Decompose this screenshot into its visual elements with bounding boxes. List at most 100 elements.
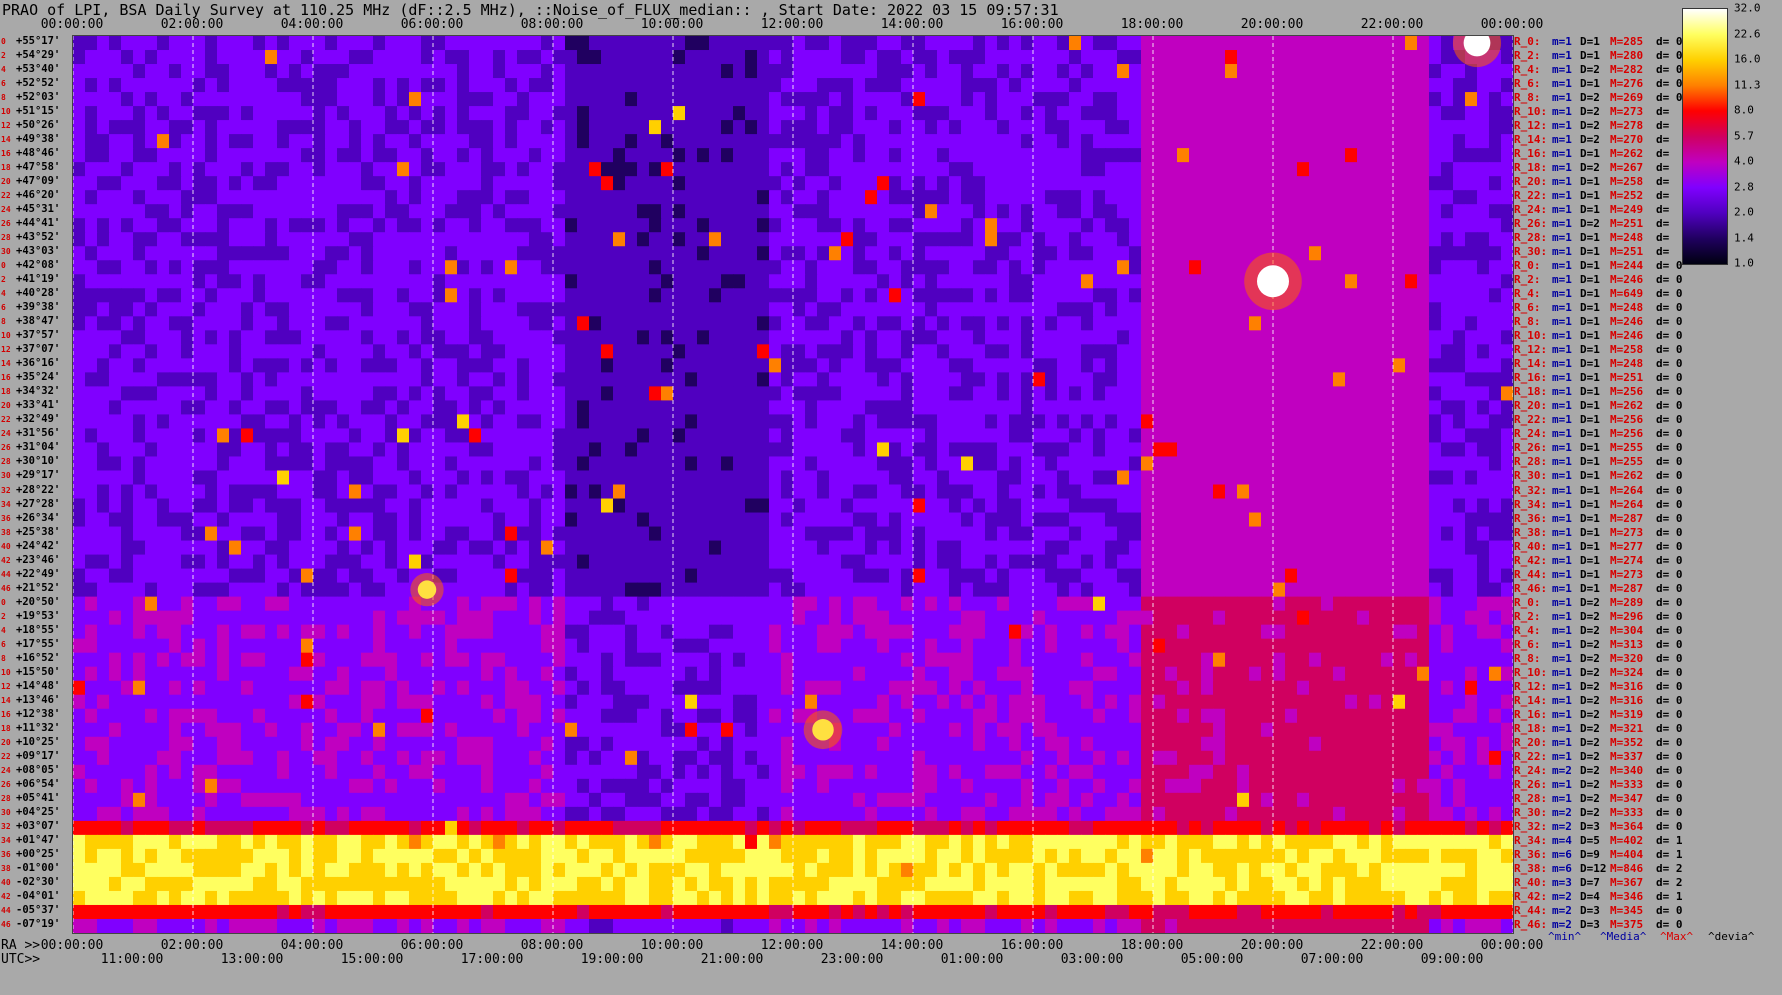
heatmap-cell [1369,260,1382,275]
heatmap-cell [97,555,110,570]
heatmap-cell [253,316,266,331]
heatmap-cell [1141,218,1154,233]
heatmap-cell [421,485,434,500]
heatmap-cell [421,218,434,233]
heatmap-cell [1357,302,1370,317]
heatmap-cell [601,106,614,121]
heatmap-cell [1141,190,1154,205]
heatmap-cell [829,190,842,205]
heatmap-cell [349,358,362,373]
heatmap-cell [1273,400,1286,415]
heatmap-cell [937,78,950,93]
heatmap-cell [601,232,614,247]
heatmap-cell [1153,470,1166,485]
heatmap-cell [1021,555,1034,570]
heatmap-cell [1249,555,1262,570]
heatmap-cell [949,218,962,233]
declination-label: +17°55' [16,638,60,651]
heatmap-cell [661,513,674,528]
heatmap-cell [805,541,818,556]
beam-index: 4 [1,63,6,76]
heatmap-cell [85,36,98,51]
heatmap-cell [949,386,962,401]
heatmap-cell [733,302,746,317]
heatmap-cell [1321,386,1334,401]
heatmap-cell [1393,288,1406,303]
heatmap-cell [1261,400,1274,415]
heatmap-cell [445,386,458,401]
heatmap-cell [1285,428,1298,443]
heatmap-cell [1057,555,1070,570]
heatmap-cell [613,541,626,556]
heatmap-cell [1045,302,1058,317]
heatmap-cell [925,470,938,485]
heatmap-cell [193,527,206,542]
heatmap-cell [85,330,98,345]
heatmap-cell [1297,527,1310,542]
heatmap-cell [181,176,194,191]
heatmap-cell [1117,499,1130,514]
heatmap-cell [841,400,854,415]
heatmap-cell [73,344,86,359]
heatmap-cell [217,50,230,65]
heatmap-cell [1417,527,1430,542]
heatmap-cell [1465,134,1478,149]
heatmap-cell [997,64,1010,79]
heatmap-cell [337,78,350,93]
heatmap-cell [1321,204,1334,219]
heatmap-cell [145,274,158,289]
heatmap-cell [841,470,854,485]
heatmap-cell [1057,541,1070,556]
heatmap-cell [997,274,1010,289]
heatmap-cell [997,246,1010,261]
heatmap-cell [865,204,878,219]
heatmap-cell [985,288,998,303]
heatmap-cell [661,120,674,135]
heatmap-cell [133,120,146,135]
heatmap-cell [757,232,770,247]
heatmap-cell [649,330,662,345]
heatmap-cell [1153,36,1166,51]
heatmap-cell [829,106,842,121]
heatmap-cell [1117,513,1130,528]
heatmap-cell [1153,78,1166,93]
heatmap-cell [589,344,602,359]
heatmap-cell [937,513,950,528]
heatmap-cell [1081,50,1094,65]
heatmap-cell [961,316,974,331]
heatmap-cell [1105,386,1118,401]
heatmap-cell [469,78,482,93]
heatmap-cell [265,541,278,556]
heatmap-cell [409,344,422,359]
heatmap-cell [229,260,242,275]
heatmap-cell [481,274,494,289]
heatmap-cell [97,260,110,275]
heatmap-cell [541,134,554,149]
heatmap-cell [1105,316,1118,331]
heatmap-cell [433,36,446,51]
heatmap-cell [373,499,386,514]
heatmap-cell [1489,428,1502,443]
heatmap-cell [1093,316,1106,331]
heatmap-cell [457,64,470,79]
heatmap-cell [397,120,410,135]
heatmap-cell [1297,569,1310,584]
heatmap-cell [301,527,314,542]
beam-index: 10 [1,105,11,118]
heatmap-cell [1237,78,1250,93]
heatmap-cell [505,541,518,556]
heatmap-cell [1177,485,1190,500]
heatmap-cell [997,330,1010,345]
heatmap-cell [1417,400,1430,415]
heatmap-cell [1237,442,1250,457]
heatmap-cell [505,134,518,149]
heatmap-cell [1261,358,1274,373]
heatmap-cell [577,78,590,93]
heatmap-cell [133,485,146,500]
heatmap-cell [193,288,206,303]
declination-label: +40°28' [16,287,60,300]
heatmap-cell [673,106,686,121]
heatmap-cell [889,470,902,485]
heatmap-cell [229,78,242,93]
heatmap-cell [637,414,650,429]
